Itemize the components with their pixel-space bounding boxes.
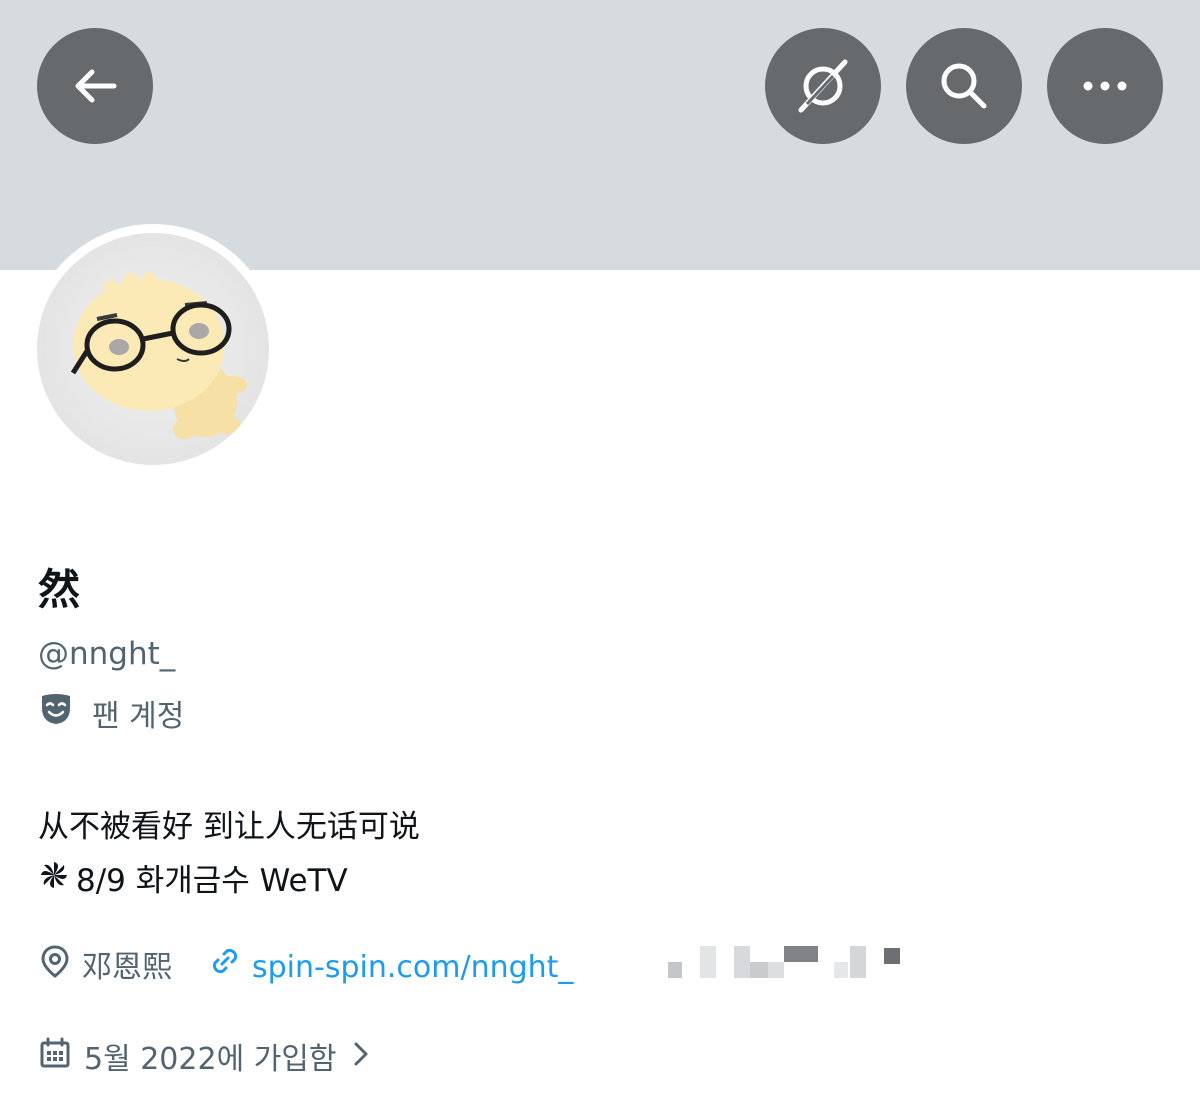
pixelated-redaction bbox=[668, 962, 682, 978]
chevron-right-icon bbox=[349, 1038, 373, 1082]
grok-button[interactable] bbox=[765, 28, 881, 144]
pinwheel-icon bbox=[38, 854, 70, 908]
pixelated-redaction bbox=[884, 948, 900, 964]
pixelated-redaction bbox=[850, 946, 866, 978]
calendar-icon bbox=[38, 1036, 72, 1083]
join-date[interactable]: 5월 2022에 가입함 bbox=[38, 1036, 373, 1083]
location-text: 邓恩熙 bbox=[82, 949, 172, 985]
avatar-image bbox=[70, 272, 247, 439]
pixelated-redaction bbox=[784, 946, 818, 962]
join-date-text: 5월 2022에 가입함 bbox=[84, 1041, 337, 1077]
account-label-text: 팬 계정 bbox=[92, 698, 185, 734]
profile-bio: 从不被看好 到让人无话可说 8/9 화개금수 WeTV bbox=[38, 800, 420, 908]
search-icon bbox=[937, 59, 991, 113]
pixelated-redaction bbox=[834, 962, 848, 978]
pixelated-redaction bbox=[750, 962, 768, 978]
link-text[interactable]: spin-spin.com/nnght_ bbox=[252, 946, 573, 990]
pixelated-redaction bbox=[734, 946, 750, 978]
bio-line-2-text: 8/9 화개금수 WeTV bbox=[76, 863, 348, 899]
avatar-frame bbox=[28, 224, 278, 474]
arrow-left-icon bbox=[70, 61, 120, 111]
location-pin-icon bbox=[38, 944, 72, 991]
more-horizontal-icon bbox=[1080, 80, 1130, 92]
grok-icon bbox=[793, 56, 853, 116]
search-button[interactable] bbox=[906, 28, 1022, 144]
bio-line-2: 8/9 화개금수 WeTV bbox=[38, 854, 420, 908]
pixelated-redaction bbox=[700, 946, 716, 978]
profile-handle: @nnght_ bbox=[38, 636, 176, 672]
pixelated-redaction bbox=[768, 962, 784, 978]
profile-meta: 邓恩熙 spin-spin.com/nnght_ bbox=[38, 944, 573, 991]
link-icon bbox=[208, 944, 242, 991]
profile-link[interactable]: spin-spin.com/nnght_ bbox=[208, 944, 573, 991]
display-name: 然 bbox=[38, 565, 81, 614]
more-button[interactable] bbox=[1047, 28, 1163, 144]
profile-page: 然 @nnght_ 팬 계정 从不被看好 到让人无话可说 8/9 화개금수 We… bbox=[0, 0, 1200, 1093]
account-label[interactable]: 팬 계정 bbox=[38, 690, 184, 743]
back-button[interactable] bbox=[37, 28, 153, 144]
mask-icon bbox=[38, 690, 74, 743]
avatar[interactable] bbox=[37, 233, 269, 465]
profile-location: 邓恩熙 bbox=[38, 944, 172, 991]
bio-line-1: 从不被看好 到让人无话可说 bbox=[38, 809, 420, 845]
